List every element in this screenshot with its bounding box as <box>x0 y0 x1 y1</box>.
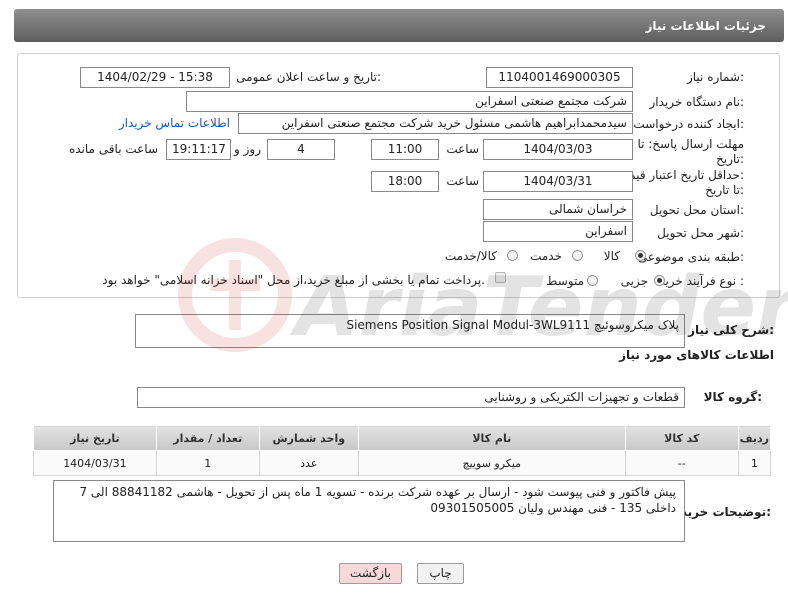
deadline-label-2: تاریخ: <box>716 152 744 166</box>
description-text: پلاک میکروسوئیچ Siemens Position Signal … <box>346 318 679 332</box>
goods-group-label: گروه کالا: <box>703 390 762 404</box>
cell-quantity: 1 <box>155 450 260 476</box>
process-type-label: نوع فرآیند خرید : <box>659 274 744 288</box>
process-option-medium: متوسط <box>546 274 584 288</box>
deadline-time-field[interactable]: 11:00 <box>371 139 439 160</box>
cell-goods-name: میکرو سوییچ <box>357 450 626 476</box>
category-radio-service[interactable] <box>572 250 583 261</box>
table-row[interactable]: 1 -- میکرو سوییچ عدد 1 1404/03/31 <box>33 450 772 476</box>
print-button[interactable]: چاپ <box>417 563 464 584</box>
buyer-notes-text: پیش فاکتور و فنی پیوست شود - ارسال بر عه… <box>79 485 676 515</box>
process-radio-minor[interactable] <box>654 275 665 286</box>
validity-label-2: تا تاریخ: <box>705 183 744 197</box>
province-label: استان محل تحویل: <box>649 203 744 217</box>
goods-section-title: اطلاعات کالاهای مورد نیاز <box>619 348 774 362</box>
goods-table-header: ردیف کد کالا نام کالا واحد شمارش تعداد /… <box>33 425 772 451</box>
description-label: شرح کلی نیاز: <box>688 323 774 337</box>
treasury-payment-checkbox[interactable] <box>495 272 506 283</box>
announce-date-label: تاریخ و ساعت اعلان عمومی: <box>236 70 381 84</box>
back-button[interactable]: بازگشت <box>339 563 402 584</box>
remaining-time-field[interactable]: 19:11:17 <box>166 139 231 160</box>
process-option-minor: جزیی <box>620 274 648 288</box>
goods-group-field[interactable]: قطعات و تجهیزات الکتریکی و روشنایی <box>137 387 685 408</box>
validity-time-label: ساعت <box>446 174 479 188</box>
cell-goods-code: -- <box>624 450 739 476</box>
validity-label-1: حداقل تاریخ اعتبار قیمت: <box>617 168 744 182</box>
treasury-payment-note: پرداخت تمام یا بخشی از مبلغ خرید،از محل … <box>102 273 485 287</box>
buyer-notes-textarea[interactable]: پیش فاکتور و فنی پیوست شود - ارسال بر عه… <box>53 480 685 542</box>
page-title: جزئیات اطلاعات نیاز <box>645 19 766 33</box>
need-number-label: شماره نیاز: <box>686 70 744 84</box>
days-label: روز و <box>234 142 261 156</box>
goods-table: ردیف کد کالا نام کالا واحد شمارش تعداد /… <box>33 425 772 476</box>
category-radio-goods[interactable] <box>635 250 646 261</box>
announce-date-field[interactable]: 1404/02/29 - 15:38 <box>80 67 230 88</box>
remaining-days-field[interactable]: 4 <box>267 139 335 160</box>
validity-time-field[interactable]: 18:00 <box>371 171 439 192</box>
deadline-label-1: مهلت ارسال پاسخ: تا <box>637 137 744 151</box>
need-number-field[interactable]: 1104001469000305 <box>486 67 633 88</box>
remaining-time-label: ساعت باقی مانده <box>68 142 158 156</box>
col-unit: واحد شمارش <box>258 425 359 451</box>
col-goods-code: کد کالا <box>624 425 739 451</box>
col-need-date: تاریخ نیاز <box>33 425 157 451</box>
category-option-goods: کالا <box>603 249 620 263</box>
city-label: شهر محل تحویل: <box>657 226 744 240</box>
category-option-service: خدمت <box>530 249 562 263</box>
col-row-number: ردیف <box>737 425 772 451</box>
page-header: جزئیات اطلاعات نیاز <box>14 9 784 42</box>
buyer-org-field[interactable]: شرکت مجتمع صنعتی اسفراین <box>186 91 633 112</box>
col-goods-name: نام کالا <box>357 425 626 451</box>
cell-unit: عدد <box>258 450 359 476</box>
cell-row-number: 1 <box>737 450 772 476</box>
description-textarea[interactable]: پلاک میکروسوئیچ Siemens Position Signal … <box>135 314 685 348</box>
province-field[interactable]: خراسان شمالی <box>483 199 633 220</box>
validity-date-field[interactable]: 1404/03/31 <box>483 171 633 192</box>
cell-need-date: 1404/03/31 <box>33 450 157 476</box>
deadline-time-label: ساعت <box>446 142 479 156</box>
category-option-goods-service: کالا/خدمت <box>444 249 497 263</box>
buyer-contact-link[interactable]: اطلاعات تماس خریدار <box>119 116 230 130</box>
buyer-org-label: نام دستگاه خریدار: <box>649 95 745 109</box>
col-quantity: تعداد / مقدار <box>155 425 260 451</box>
creator-field[interactable]: سیدمحمدابراهیم هاشمی مسئول خرید شرکت مجت… <box>238 113 633 134</box>
process-radio-medium[interactable] <box>587 275 598 286</box>
deadline-date-field[interactable]: 1404/03/03 <box>483 139 633 160</box>
creator-label: ایجاد کننده درخواست: <box>633 117 744 131</box>
city-field[interactable]: اسفراین <box>483 221 633 242</box>
category-label: طبقه بندی موضوعی: <box>637 250 744 264</box>
category-radio-goods-service[interactable] <box>507 250 518 261</box>
